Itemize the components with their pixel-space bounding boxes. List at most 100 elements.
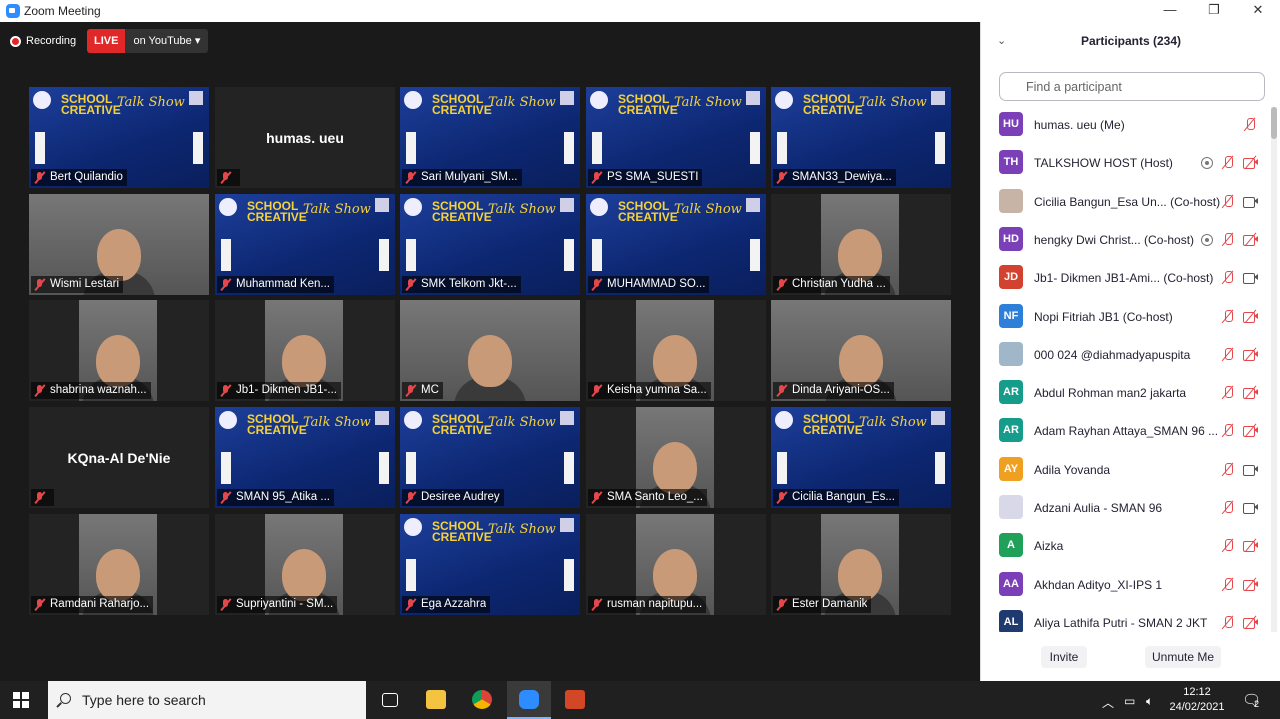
- avatar: AL: [999, 609, 1023, 632]
- participants-title: Participants (234): [1080, 34, 1182, 48]
- participant-list-name: Nopi Fitriah JB1 (Co-host): [1034, 309, 1173, 324]
- mic-muted-icon: [34, 598, 46, 611]
- participant-name: Bert Quilandio: [50, 171, 123, 183]
- participant-row[interactable]: A Aizka: [981, 528, 1271, 566]
- participant-row[interactable]: AY Adila Yovanda: [981, 452, 1271, 490]
- participant-list-name: Cicilia Bangun_Esa Un... (Co-host): [1034, 194, 1221, 209]
- mic-muted-icon: [34, 171, 46, 184]
- windows-taskbar: Type here to search ︿ ▭ 🔈︎ 12:12 24/02/2…: [0, 681, 1280, 719]
- participant-row[interactable]: AR Adam Rayhan Attaya_SMAN 96 ...: [981, 413, 1271, 451]
- participant-video-tile[interactable]: SMK Telkom Jkt-...: [400, 194, 580, 295]
- participants-panel: ⌄ Participants (234) HUhumas. ueu (Me)TH…: [980, 22, 1280, 681]
- mic-muted-icon: [776, 384, 788, 397]
- participant-row[interactable]: Adzani Aulia - SMAN 96: [981, 490, 1271, 528]
- participant-video-tile[interactable]: Supriyantini - SM...: [215, 514, 395, 615]
- live-stream-control[interactable]: LIVE on YouTube ▾: [87, 29, 209, 53]
- taskbar-powerpoint[interactable]: [553, 681, 597, 719]
- mic-muted-icon: [1221, 232, 1235, 247]
- mic-muted-icon: [405, 278, 417, 291]
- participant-video-tile[interactable]: SMAN33_Dewiya...: [771, 87, 951, 188]
- mic-muted-icon: [776, 171, 788, 184]
- mic-muted-icon: [591, 598, 603, 611]
- participant-video-tile[interactable]: MC: [400, 300, 580, 401]
- mic-muted-icon: [1221, 386, 1235, 400]
- tray-chevron-icon[interactable]: ︿: [1102, 694, 1114, 711]
- participant-name: Ega Azzahra: [421, 598, 487, 610]
- recording-indicator[interactable]: Recording: [10, 32, 76, 50]
- participant-video-tile[interactable]: Keisha yumna Sa...: [586, 300, 766, 401]
- participant-video-tile[interactable]: Desiree Audrey: [400, 407, 580, 508]
- participant-video-tile[interactable]: PS SMA_SUESTI: [586, 87, 766, 188]
- participant-video-tile[interactable]: Sari Mulyani_SM...: [400, 87, 580, 188]
- participant-video-tile[interactable]: KQna-Al De'Nie: [29, 407, 209, 508]
- participant-video-tile[interactable]: shabrina waznah...: [29, 300, 209, 401]
- avatar: HU: [999, 112, 1023, 136]
- mic-muted-icon: [405, 491, 417, 504]
- mic-muted-icon: [1221, 501, 1235, 515]
- video-off-icon: [1243, 347, 1259, 362]
- participant-video-tile[interactable]: SMA Santo Leo_...: [586, 407, 766, 508]
- participant-name-tag: SMA Santo Leo_...: [588, 489, 707, 506]
- live-target-dropdown[interactable]: on YouTube ▾: [125, 29, 209, 53]
- participant-list-scrollbar[interactable]: [1271, 107, 1277, 632]
- participant-video-tile[interactable]: rusman napitupu...: [586, 514, 766, 615]
- participant-video-tile[interactable]: Jb1- Dikmen JB1-...: [215, 300, 395, 401]
- participant-name-tag: Christian Yudha ...: [773, 276, 890, 293]
- taskbar-chrome[interactable]: [460, 681, 504, 719]
- mic-muted-icon: [1221, 577, 1235, 592]
- participant-video-tile[interactable]: Muhammad Ken...: [215, 194, 395, 295]
- scrollbar-thumb[interactable]: [1271, 107, 1277, 139]
- participant-video-tile[interactable]: Dinda Ariyani-OS...: [771, 300, 951, 401]
- video-off-icon: [1243, 385, 1259, 400]
- participant-video-tile[interactable]: Christian Yudha ...: [771, 194, 951, 295]
- participant-row[interactable]: AA Akhdan Adityo_XI-IPS 1: [981, 567, 1271, 605]
- unmute-me-button[interactable]: Unmute Me: [1145, 646, 1221, 668]
- close-button[interactable]: ✕: [1236, 0, 1280, 22]
- windows-start-icon[interactable]: [13, 692, 29, 708]
- invite-button[interactable]: Invite: [1041, 646, 1087, 668]
- mic-muted-icon: [1221, 309, 1235, 324]
- taskbar-search-box[interactable]: Type here to search: [48, 681, 366, 719]
- taskbar-clock[interactable]: 12:12 24/02/2021: [1168, 685, 1226, 715]
- taskbar-zoom[interactable]: [507, 681, 551, 719]
- volume-icon[interactable]: 🔈︎: [1146, 694, 1153, 709]
- participant-list-name: TALKSHOW HOST (Host): [1034, 156, 1173, 171]
- participant-video-tile[interactable]: Ester Damanik: [771, 514, 951, 615]
- participant-row[interactable]: HD hengky Dwi Christ... (Co-host): [981, 222, 1271, 260]
- participant-name: Sari Mulyani_SM...: [421, 171, 518, 183]
- participant-list-name: Adzani Aulia - SMAN 96: [1034, 501, 1163, 515]
- avatar: [999, 341, 1023, 366]
- participant-name-tag: Ramdani Raharjo...: [31, 596, 154, 613]
- task-view-button[interactable]: [368, 681, 412, 719]
- participant-name-tag: PS SMA_SUESTI: [588, 169, 703, 186]
- mic-muted-icon: [220, 598, 232, 611]
- minimize-button[interactable]: —: [1148, 0, 1192, 22]
- participant-video-tile[interactable]: Wismi Lestari: [29, 194, 209, 295]
- title-bar: Zoom Meeting — ❐ ✕: [0, 0, 1280, 22]
- participant-video-tile[interactable]: Cicilia Bangun_Es...: [771, 407, 951, 508]
- participant-video-tile[interactable]: Ega Azzahra: [400, 514, 580, 615]
- avatar: AY: [999, 456, 1023, 481]
- network-icon[interactable]: ▭: [1124, 694, 1135, 708]
- record-icon: [10, 35, 21, 47]
- participant-row[interactable]: AR Abdul Rohman man2 jakarta: [981, 375, 1271, 413]
- participant-search-input[interactable]: [999, 72, 1265, 101]
- participant-name: PS SMA_SUESTI: [607, 171, 699, 183]
- participant-row[interactable]: TH TALKSHOW HOST (Host): [981, 145, 1271, 183]
- participant-video-tile[interactable]: humas. ueu: [215, 87, 395, 188]
- participant-row[interactable]: NF Nopi Fitriah JB1 (Co-host): [981, 299, 1271, 337]
- participant-video-tile[interactable]: Ramdani Raharjo...: [29, 514, 209, 615]
- participant-list-name: Abdul Rohman man2 jakarta: [1034, 386, 1187, 401]
- participant-row[interactable]: HU humas. ueu (Me): [981, 107, 1271, 145]
- participant-video-tile[interactable]: MUHAMMAD SO...: [586, 194, 766, 295]
- video-off-icon: [1243, 309, 1259, 323]
- participant-video-tile[interactable]: SMAN 95_Atika ...: [215, 407, 395, 508]
- taskbar-file-explorer[interactable]: [414, 681, 458, 719]
- participant-row[interactable]: Cicilia Bangun_Esa Un... (Co-host): [981, 184, 1271, 222]
- participant-row[interactable]: AL Aliya Lathifa Putri - SMAN 2 JKT: [981, 605, 1271, 632]
- participant-row[interactable]: 000 024 @diahmadyapuspita: [981, 337, 1271, 375]
- maximize-button[interactable]: ❐: [1192, 0, 1236, 22]
- participant-video-tile[interactable]: Bert Quilandio: [29, 87, 209, 188]
- participant-row[interactable]: JD Jb1- Dikmen JB1-Ami... (Co-host): [981, 260, 1271, 298]
- mic-muted-icon: [405, 384, 417, 397]
